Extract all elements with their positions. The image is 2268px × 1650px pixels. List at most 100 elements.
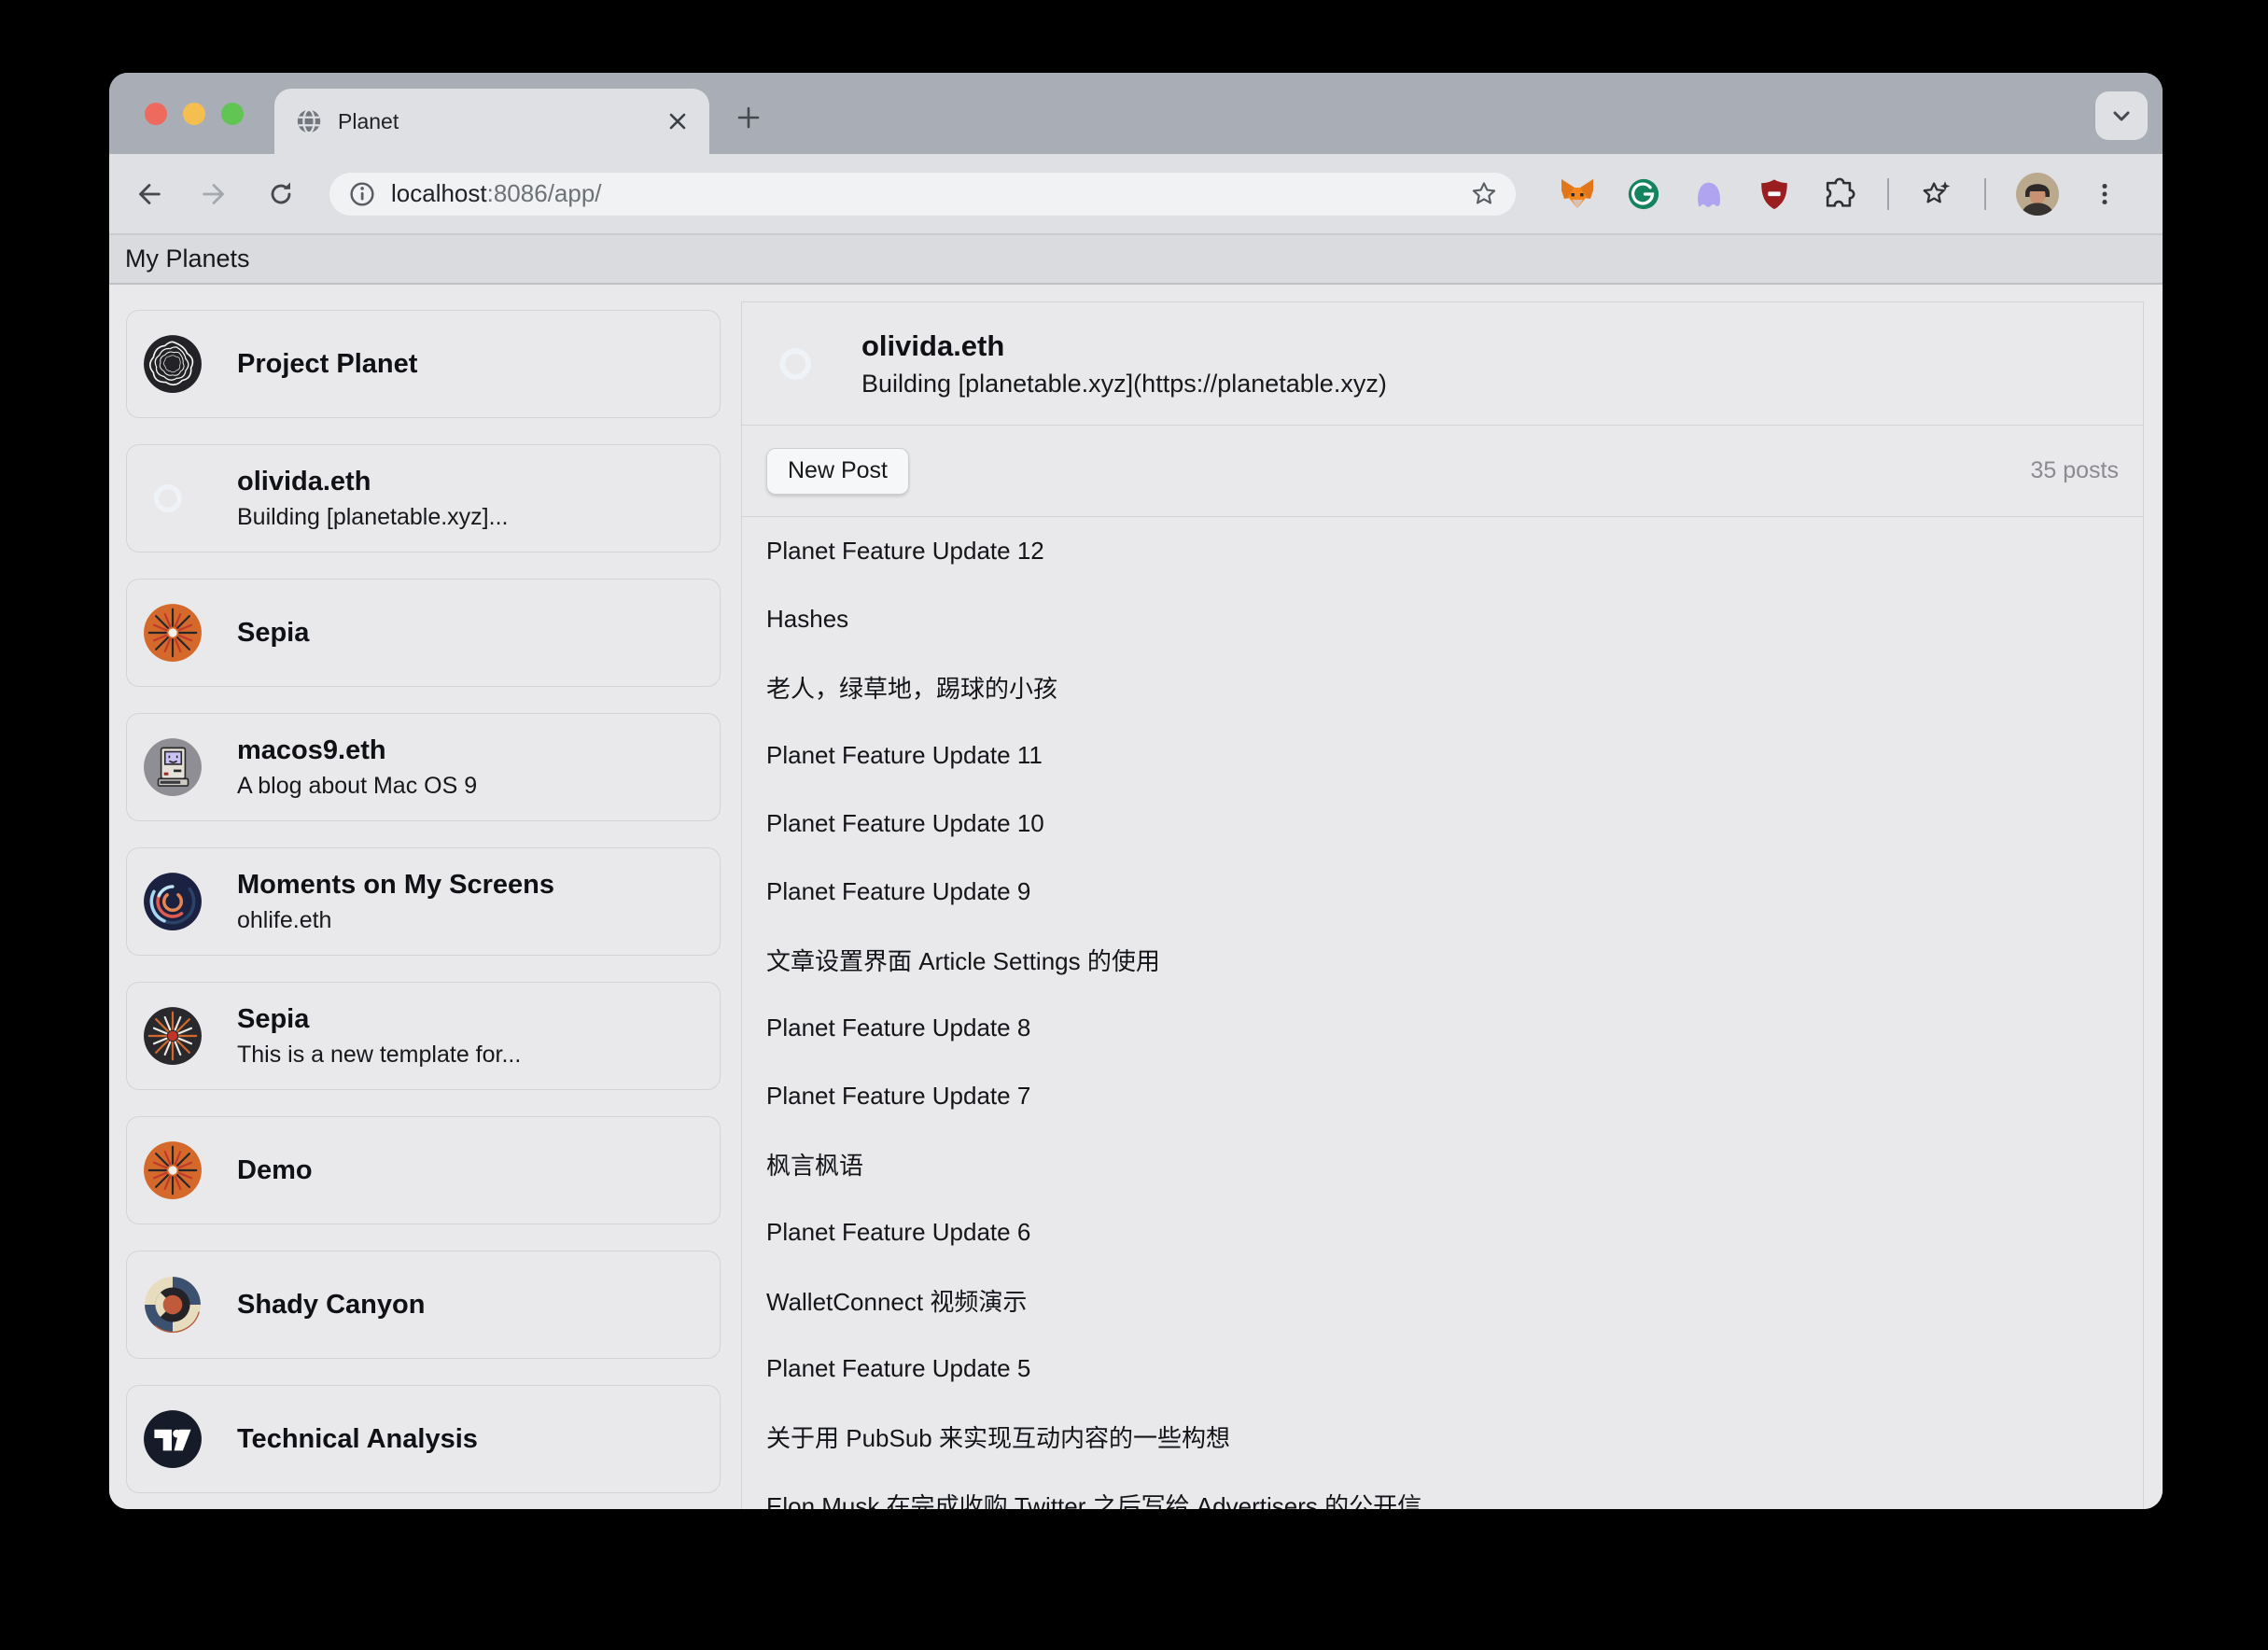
shady-canyon-logo	[145, 1277, 201, 1333]
post-list: Planet Feature Update 12 Hashes 老人，绿草地，踢…	[742, 517, 2143, 1509]
planet-profile-name: olivida.eth	[861, 329, 1005, 362]
profile-avatar[interactable]	[2016, 172, 2059, 216]
olivida-logo	[144, 469, 202, 527]
planet-card[interactable]: Technical Analysis	[126, 1385, 721, 1493]
bookmark-star-icon[interactable]	[1469, 179, 1499, 209]
post-list-item[interactable]: Planet Feature Update 12	[742, 517, 2143, 585]
site-info-icon[interactable]	[346, 178, 378, 210]
planet-card[interactable]: Sepia This is a new template for...	[126, 982, 721, 1090]
new-tab-button[interactable]	[728, 97, 769, 138]
planet-card-title: macos9.eth	[237, 734, 386, 765]
tradingview-logo	[144, 1410, 202, 1468]
toolbar-divider	[1887, 177, 1889, 210]
page-title: My Planets	[125, 245, 250, 273]
planet-card-avatar	[142, 1140, 203, 1201]
olivida-logo	[768, 330, 833, 397]
planet-card-avatar	[142, 468, 203, 529]
url-host: localhost	[391, 179, 487, 207]
browser-window: Planet localhost:8086/app/ My Planets Pr…	[109, 73, 2163, 1509]
post-list-item[interactable]: Elon Musk 在完成收购 Twitter 之后写给 Advertisers…	[742, 1471, 2143, 1509]
toolbar-divider	[1984, 177, 1986, 210]
adblock-shield-extension-icon[interactable]	[1757, 176, 1792, 212]
minimize-window-button[interactable]	[183, 102, 205, 125]
desktop-background: Planet localhost:8086/app/ My Planets Pr…	[0, 0, 2268, 1650]
post-list-item[interactable]: Planet Feature Update 10	[742, 790, 2143, 858]
posts-toolbar: New Post 35 posts	[742, 426, 2143, 517]
planet-card-subtitle: This is a new template for...	[237, 1041, 522, 1068]
post-list-item[interactable]: Planet Feature Update 11	[742, 721, 2143, 790]
globe-favicon-icon	[295, 107, 323, 135]
planet-card[interactable]: Moments on My Screens ohlife.eth	[126, 847, 721, 956]
planet-card-avatar	[142, 1274, 203, 1335]
post-count: 35 posts	[2030, 457, 2119, 483]
post-list-item[interactable]: Planet Feature Update 6	[742, 1198, 2143, 1266]
planet-profile-bio: Building [planetable.xyz](https://planet…	[861, 369, 1387, 398]
url-text: localhost:8086/app/	[391, 179, 1456, 208]
sepia-dark-logo	[144, 1007, 202, 1065]
window-controls	[145, 73, 244, 154]
planet-card-title: Sepia	[237, 1003, 310, 1034]
planet-card-avatar	[142, 736, 203, 798]
planet-card-title: Demo	[237, 1154, 313, 1185]
browser-toolbar: localhost:8086/app/	[109, 154, 2163, 233]
post-list-item[interactable]: Planet Feature Update 5	[742, 1335, 2143, 1403]
back-button[interactable]	[128, 174, 169, 215]
planet-card-avatar	[142, 602, 203, 664]
planet-card-title: Moments on My Screens	[237, 869, 555, 900]
planet-card-title: Project Planet	[237, 348, 418, 379]
planet-profile-header: olivida.eth Building [planetable.xyz](ht…	[742, 302, 2143, 426]
browser-menu-kebab-icon[interactable]	[2089, 178, 2121, 210]
new-post-button[interactable]: New Post	[766, 447, 909, 495]
sepia-logo	[144, 604, 202, 662]
grammarly-extension-icon[interactable]	[1626, 176, 1661, 212]
planet-card-subtitle: A blog about Mac OS 9	[237, 772, 478, 799]
planet-card[interactable]: macos9.eth A blog about Mac OS 9	[126, 713, 721, 821]
extensions-puzzle-icon[interactable]	[1822, 176, 1857, 212]
metamask-extension-icon[interactable]	[1559, 175, 1596, 213]
planet-card[interactable]: Shady Canyon	[126, 1251, 721, 1359]
post-list-item[interactable]: WalletConnect 视频演示	[742, 1266, 2143, 1335]
post-list-item[interactable]: Hashes	[742, 585, 2143, 653]
tab-planet[interactable]: Planet	[274, 89, 709, 154]
close-window-button[interactable]	[145, 102, 167, 125]
post-list-item[interactable]: Planet Feature Update 7	[742, 1062, 2143, 1130]
post-list-item[interactable]: Planet Feature Update 8	[742, 994, 2143, 1062]
post-list-item[interactable]: 枫言枫语	[742, 1130, 2143, 1198]
planet-card[interactable]: Project Planet	[126, 310, 721, 418]
planet-card-title: olivida.eth	[237, 466, 371, 496]
planet-card-avatar	[142, 333, 203, 395]
post-list-item[interactable]: 老人，绿草地，踢球的小孩	[742, 653, 2143, 721]
planet-card[interactable]: Demo	[126, 1116, 721, 1224]
page-title-bar: My Planets	[109, 233, 2163, 285]
project-planet-logo	[144, 335, 202, 393]
planet-detail-panel: olivida.eth Building [planetable.xyz](ht…	[741, 301, 2144, 1509]
sepia-logo	[144, 1141, 202, 1199]
sparkle-star-icon[interactable]	[1919, 176, 1954, 212]
post-list-item[interactable]: 关于用 PubSub 来实现互动内容的一些构想	[742, 1403, 2143, 1471]
moments-logo	[144, 873, 202, 930]
tab-title: Planet	[338, 108, 399, 133]
url-bar[interactable]: localhost:8086/app/	[329, 172, 1516, 216]
planet-list: Project Planet olivida.eth Building [pla…	[126, 310, 721, 1493]
planet-card-avatar	[142, 1408, 203, 1470]
post-list-item[interactable]: Planet Feature Update 9	[742, 858, 2143, 926]
tab-strip: Planet	[109, 73, 2163, 154]
planet-profile-avatar	[766, 329, 835, 399]
post-list-item[interactable]: 文章设置界面 Article Settings 的使用	[742, 926, 2143, 994]
planet-card-avatar	[142, 1005, 203, 1067]
ghost-extension-icon[interactable]	[1691, 176, 1727, 212]
zoom-window-button[interactable]	[221, 102, 244, 125]
planet-card[interactable]: olivida.eth Building [planetable.xyz]...	[126, 444, 721, 552]
app-content: Project Planet olivida.eth Building [pla…	[109, 285, 2163, 1509]
planet-card-title: Technical Analysis	[237, 1423, 478, 1454]
planet-card-subtitle: Building [planetable.xyz]...	[237, 503, 509, 530]
tab-search-button[interactable]	[2095, 91, 2148, 140]
reload-button[interactable]	[260, 174, 301, 215]
planet-card-subtitle: ohlife.eth	[237, 906, 332, 933]
planet-card-title: Sepia	[237, 617, 310, 648]
planet-card-avatar	[142, 871, 203, 932]
forward-button[interactable]	[194, 174, 235, 215]
planet-card[interactable]: Sepia	[126, 579, 721, 687]
url-path: :8086/app/	[486, 179, 602, 207]
tab-close-icon[interactable]	[666, 110, 689, 133]
